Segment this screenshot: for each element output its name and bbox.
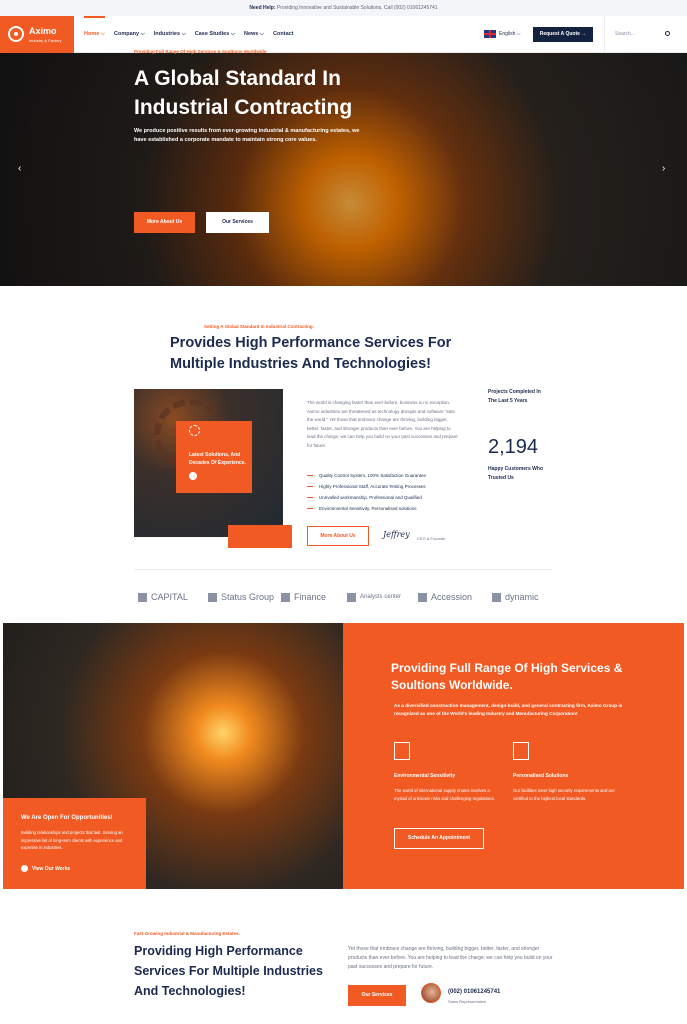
top-info-bar: Need Help: Providing Innovative and Sust…: [0, 0, 687, 16]
partner-logo-analysts[interactable]: Analysts center: [347, 587, 401, 607]
hero-more-about-button[interactable]: More About Us: [134, 212, 195, 233]
ceo-signature: Jeffrey: [383, 530, 410, 539]
about-more-button[interactable]: More About Us: [307, 526, 369, 546]
language-label: English: [499, 31, 516, 37]
eco-icon: [394, 742, 410, 760]
finance-logo-icon: [281, 592, 290, 602]
need-help-message: Providing Innovative and Sustainable Sol…: [276, 5, 438, 11]
prev-slide-icon[interactable]: ‹: [18, 163, 24, 174]
bottom-text: Yet those that embrace change are thrivi…: [348, 946, 553, 970]
customers-stat-number: 2,194: [488, 436, 539, 458]
dynamic-logo-icon: [492, 592, 501, 602]
feature-text: The world of international supply chains…: [394, 788, 495, 801]
services-title: Providing Full Range Of High Services & …: [391, 661, 623, 692]
site-header: Aximo Industry & Factory Home ⌵ Company …: [0, 16, 687, 53]
projects-stat-label: Projects Completed In The Last 5 Years: [488, 389, 541, 404]
feature-title: Environmental Sensitivity: [394, 773, 456, 779]
bottom-eyebrow: Fast-Growing Industrial & Manufacturing …: [134, 931, 240, 936]
sales-role: Sales Representative: [448, 999, 487, 1004]
sales-phone[interactable]: (002) 01061245741: [448, 989, 500, 995]
arrow-right-icon: [21, 865, 28, 872]
partner-logo-accession[interactable]: Accession: [418, 587, 472, 607]
about-eyebrow: Setting A Global Standard In Industrial …: [204, 324, 314, 329]
feature-text: Our facilities meet high security requir…: [513, 788, 615, 801]
experience-card-title: Latest Solutions, And Decades Of Experie…: [189, 452, 246, 466]
partner-logo-capital[interactable]: CAPITAL: [138, 587, 188, 607]
about-text: The world is changing faster than ever b…: [307, 400, 458, 448]
uk-flag-icon: [484, 30, 496, 38]
analysts-logo-icon: [347, 592, 356, 602]
request-quote-button[interactable]: Request A Quote →: [533, 27, 593, 42]
opportunities-text: Building relationships and projects that…: [21, 830, 123, 850]
feature-list-item: Highly Professional Staff, Accurate Test…: [307, 484, 426, 489]
nav-case-studies[interactable]: Case Studies ⌵: [195, 16, 235, 53]
feature-list-item: Unrivalled workmanship, Professional and…: [307, 495, 422, 500]
ceo-role: CEO & Founder: [417, 536, 446, 541]
search-icon[interactable]: [665, 31, 670, 36]
main-nav: Home ⌵ Company ⌵ Industries ⌵ Case Studi…: [84, 16, 303, 53]
document-icon: [513, 742, 529, 760]
avatar: [421, 983, 441, 1003]
hero-title: A Global Standard In Industrial Contract…: [134, 67, 353, 119]
search-input[interactable]: Search...: [604, 16, 687, 53]
need-help-label: Need Help:: [249, 5, 276, 11]
nav-news[interactable]: News ⌵: [244, 16, 264, 53]
hero-eyebrow: Providing Full Range Of High Services & …: [134, 49, 267, 54]
view-works-link[interactable]: View Our Works: [21, 865, 70, 872]
services-text: As a diversified construction management…: [394, 703, 623, 716]
partner-logo-dynamic[interactable]: dynamic: [492, 587, 539, 607]
divider: [134, 569, 552, 570]
status-logo-icon: [208, 592, 217, 602]
accession-logo-icon: [418, 592, 427, 602]
partner-logo-status[interactable]: Status Group: [208, 587, 274, 607]
customers-stat-label: Happy Customers Who Trusted Us: [488, 466, 544, 481]
nav-industries[interactable]: Industries ⌵: [154, 16, 186, 53]
hero-text: We produce positive results from ever-gr…: [134, 128, 360, 143]
logo[interactable]: Aximo Industry & Factory: [0, 16, 74, 53]
opportunities-title: We Are Open For Opportunities!: [21, 815, 113, 821]
bottom-services-button[interactable]: Our Services: [348, 985, 406, 1006]
feature-list-item: Quality Control System, 100% Satisfactio…: [307, 473, 426, 478]
schedule-appointment-button[interactable]: Schedule An Appointment: [394, 828, 484, 849]
bottom-title: Providing High Performance Services For …: [134, 944, 323, 998]
capital-logo-icon: [138, 592, 147, 602]
arrow-right-icon[interactable]: →: [189, 472, 197, 480]
feature-list-item: Environmental Sensitivity, Personalised …: [307, 506, 416, 511]
language-selector[interactable]: English ⌵: [484, 30, 521, 38]
next-slide-icon[interactable]: ›: [662, 163, 668, 174]
nav-company[interactable]: Company ⌵: [114, 16, 145, 53]
nav-home[interactable]: Home ⌵: [84, 16, 105, 53]
about-title: Provides High Performance Services For M…: [170, 335, 452, 372]
gear-logo-icon: [8, 26, 24, 42]
feature-title: Personalised Solutions: [513, 773, 569, 779]
partner-logos: CAPITAL Status Group Finance Analysts ce…: [0, 587, 687, 607]
logo-tagline: Industry & Factory: [29, 38, 62, 43]
gears-icon: [189, 425, 200, 436]
hero-services-button[interactable]: Our Services: [206, 212, 269, 233]
nav-contact[interactable]: Contact: [273, 16, 293, 53]
logo-name: Aximo: [29, 26, 57, 36]
partner-logo-finance[interactable]: Finance: [281, 587, 326, 607]
